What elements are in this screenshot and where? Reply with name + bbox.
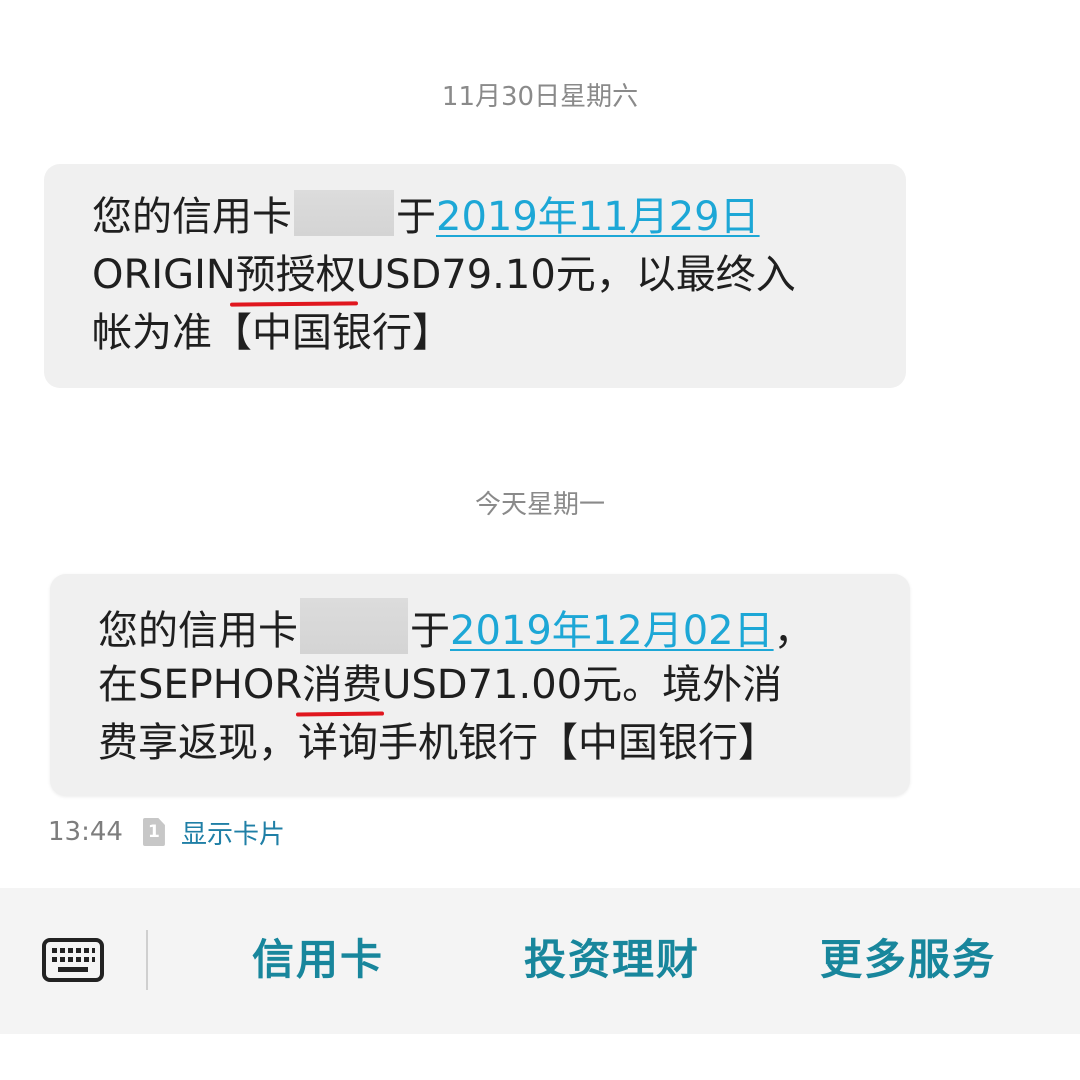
message-text: USD71.00元。境外消 bbox=[382, 662, 783, 708]
message-line: 您的信用卡 于2019年11月29日 bbox=[92, 188, 886, 246]
keyboard-icon[interactable] bbox=[42, 938, 104, 982]
menu-divider bbox=[146, 930, 148, 990]
redacted-card-number bbox=[300, 598, 408, 654]
message-bubble[interactable]: 您的信用卡 于2019年11月29日 ORIGIN预授权USD79.10元，以最终… bbox=[44, 164, 906, 388]
message-text: ORIGIN bbox=[92, 252, 236, 298]
bottom-spacer bbox=[0, 1034, 1080, 1080]
sim-card-icon: 1 bbox=[142, 818, 165, 846]
message-text: ， bbox=[773, 608, 814, 654]
highlighted-text: 消费 bbox=[302, 656, 382, 714]
message-text: 您的信用卡 bbox=[98, 608, 298, 654]
menu-item-credit-card[interactable]: 信用卡 bbox=[252, 934, 384, 986]
highlighted-text: 预授权 bbox=[236, 246, 356, 304]
message-time: 13:44 bbox=[48, 817, 123, 847]
message-text: 于 bbox=[396, 194, 436, 240]
date-link[interactable]: 2019年11月29日 bbox=[436, 194, 760, 240]
message-text: USD79.10元，以最终入 bbox=[355, 252, 796, 298]
message-text: 您的信用卡 bbox=[92, 194, 292, 240]
message-meta-row: 13:44 1 显示卡片 bbox=[48, 812, 285, 852]
keyboard-icon-svg bbox=[42, 938, 104, 982]
message-line: ORIGIN预授权USD79.10元，以最终入 bbox=[92, 246, 886, 304]
message-bubble[interactable]: 您的信用卡 于2019年12月02日， 在SEPHOR消费USD71.00元。境外… bbox=[50, 574, 910, 796]
menu-item-more-services[interactable]: 更多服务 bbox=[820, 934, 996, 986]
message-line: 费享返现，详询手机银行【中国银行】 bbox=[98, 720, 778, 766]
redacted-card-number bbox=[294, 190, 394, 236]
menu-item-investment[interactable]: 投资理财 bbox=[524, 934, 700, 986]
message-line: 您的信用卡 于2019年12月02日， bbox=[98, 598, 890, 656]
message-line: 在SEPHOR消费USD71.00元。境外消 bbox=[98, 656, 890, 714]
date-link[interactable]: 2019年12月02日 bbox=[450, 608, 774, 654]
bottom-menu-bar: 信用卡 投资理财 更多服务 bbox=[0, 888, 1080, 1034]
date-header: 今天星期一 bbox=[474, 490, 605, 520]
show-card-link[interactable]: 显示卡片 bbox=[181, 814, 285, 851]
message-line: 帐为准【中国银行】 bbox=[92, 310, 452, 356]
date-header: 11月30日星期六 bbox=[441, 82, 639, 112]
message-text: 于 bbox=[410, 608, 450, 654]
message-text: 在SEPHOR bbox=[98, 662, 303, 708]
